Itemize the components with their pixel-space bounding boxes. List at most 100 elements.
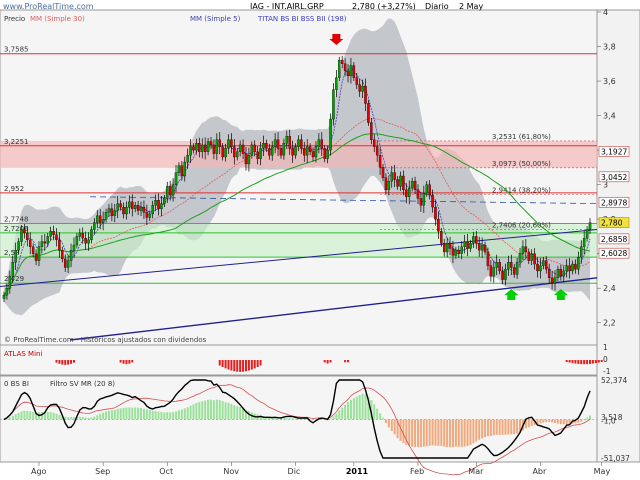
osc-hist-45 [134, 407, 137, 420]
candle-body-164 [480, 244, 484, 251]
osc-hist-32 [96, 415, 99, 420]
osc-hist-17 [52, 412, 55, 420]
candle-body-32 [96, 215, 99, 223]
candle-body-168 [492, 267, 496, 277]
xtick-label-7: Mar [468, 467, 484, 476]
osc-hist-146 [428, 419, 431, 446]
osc-hist-188 [551, 419, 554, 423]
xtick-label-1: Sep [95, 467, 110, 476]
candle-body-24 [72, 244, 76, 251]
osc-hist-26 [78, 416, 81, 420]
candle-body-2 [8, 275, 12, 289]
candle-body-6 [20, 229, 23, 242]
osc-hist-23 [70, 416, 73, 420]
fib-label-1: 3,0973 (50,00%) [492, 160, 551, 168]
candle-body-112 [329, 118, 332, 151]
candle-body-119 [349, 65, 353, 77]
atlas-bar-3-1 [326, 360, 329, 364]
candle-body-155 [454, 250, 458, 256]
osc-hist-34 [102, 412, 105, 420]
candle-body-75 [221, 146, 224, 158]
osc-hist-201 [589, 415, 591, 420]
osc-hist-153 [449, 419, 452, 448]
candle-body-49 [145, 212, 149, 218]
candle-body-132 [387, 181, 391, 190]
osc-hist-55 [163, 412, 166, 420]
osc-right-label-2: -1,0 [601, 416, 616, 425]
osc-hist-151 [443, 419, 446, 447]
xtick-label-3: Nov [223, 467, 239, 476]
atlas-bar-2-5 [233, 360, 236, 372]
candle-body-137 [402, 175, 405, 190]
candle-body-54 [160, 203, 163, 209]
xtick-label-5: 2011 [346, 467, 369, 476]
candle-body-92 [270, 146, 274, 156]
osc-hist-127 [373, 404, 376, 420]
atlas-bar-2-6 [236, 360, 239, 372]
candle-body-163 [477, 243, 481, 251]
osc-hist-161 [472, 419, 475, 444]
candle-body-179 [524, 246, 528, 253]
candle-body-146 [428, 184, 431, 196]
fib-label-3: 2,7406 (20,60%) [492, 221, 551, 229]
candle-body-20 [61, 250, 64, 260]
candle-body-64 [189, 146, 192, 156]
candle-body-94 [276, 139, 280, 149]
osc-hist-170 [498, 419, 501, 435]
candle-body-35 [104, 212, 108, 220]
candle-body-124 [364, 86, 367, 104]
osc-hist-143 [419, 419, 422, 448]
osc-hist-49 [145, 409, 148, 420]
osc-hist-144 [422, 419, 425, 447]
candle-body-3 [11, 262, 14, 277]
date-label: 2 May [459, 2, 483, 11]
candle-body-181 [530, 253, 533, 261]
candle-body-101 [297, 139, 300, 147]
osc-hist-41 [122, 407, 125, 420]
osc-hist-117 [344, 404, 347, 420]
osc-hist-57 [169, 412, 172, 420]
candle-body-30 [90, 229, 93, 241]
atlas-bar-3-0 [323, 360, 326, 363]
right-label-5: 2,6028 [601, 249, 627, 258]
osc-hist-120 [352, 398, 355, 420]
candle-body-72 [212, 144, 216, 154]
candle-body-25 [75, 236, 79, 246]
osc-hist-168 [492, 419, 495, 436]
osc-hist-171 [501, 419, 504, 435]
candle-body-66 [195, 143, 198, 151]
osc-hist-56 [166, 412, 169, 420]
candle-body-95 [279, 148, 283, 156]
right-label-0: 3,1927 [601, 147, 627, 156]
osc-hist-152 [446, 419, 449, 448]
osc-hist-197 [577, 419, 580, 423]
right-label-2: 2,8978 [601, 198, 627, 207]
candle-body-152 [445, 243, 449, 253]
candle-body-51 [151, 205, 154, 215]
candle-body-123 [361, 86, 364, 92]
osc-hist-18 [55, 413, 58, 420]
candle-body-172 [504, 269, 507, 280]
candle-body-83 [244, 153, 248, 165]
candle-body-31 [93, 222, 96, 230]
candle-body-180 [527, 251, 531, 261]
osc-hist-123 [361, 393, 364, 420]
osc-hist-61 [180, 409, 183, 420]
candle-body-165 [483, 244, 487, 253]
osc-hist-172 [504, 419, 507, 435]
candle-body-102 [300, 139, 303, 149]
candle-body-80 [235, 151, 239, 158]
atlas-bar-0-3 [64, 360, 67, 365]
candle-body-10 [31, 246, 35, 254]
osc-hist-42 [125, 407, 128, 420]
site-label[interactable]: www.ProRealTime.com [3, 2, 94, 11]
osc-hist-43 [128, 407, 131, 420]
osc-hist-54 [160, 411, 163, 420]
osc-hist-37 [110, 410, 113, 420]
osc-hist-129 [379, 413, 382, 420]
atlas-bar-4-0 [344, 360, 347, 363]
candle-body-115 [338, 60, 341, 78]
osc-hist-119 [349, 399, 352, 420]
osc-hist-59 [175, 411, 178, 420]
osc-hist-128 [376, 408, 379, 420]
